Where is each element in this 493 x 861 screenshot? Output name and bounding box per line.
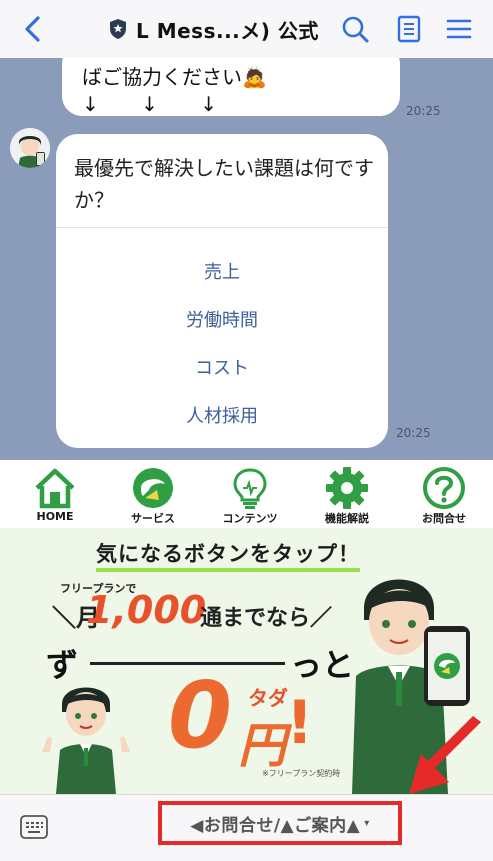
- banner-note: ※フリープラン契約時: [262, 769, 341, 778]
- banner-exclamation: !: [286, 688, 314, 758]
- banner-count: 1,000: [86, 588, 207, 632]
- previous-message-line1: ばご協力ください🙇: [82, 65, 267, 89]
- option-cost[interactable]: コスト: [56, 354, 388, 380]
- home-icon: [35, 468, 75, 509]
- character-left-illustration: [42, 687, 130, 794]
- menu-item-label: HOME: [36, 510, 74, 523]
- banner-yen: 円: [238, 718, 287, 774]
- avatar[interactable]: [10, 128, 50, 168]
- chat-title-text: L Mess...メ) 公式: [136, 18, 319, 43]
- rich-menu-toggle-label: ◀お問合せ/▲ご案内▲: [190, 815, 361, 836]
- question-icon: [423, 467, 465, 509]
- rich-menu-row: HOME サービス コンテンツ 機能解説 お問合せ: [0, 460, 493, 528]
- option-recruitment[interactable]: 人材採用: [56, 402, 388, 428]
- keyboard-icon[interactable]: [20, 815, 48, 839]
- menu-item-label: サービス: [131, 512, 175, 525]
- message-timestamp: 20:25: [396, 426, 431, 440]
- menu-item-label: コンテンツ: [222, 512, 278, 525]
- message-timestamp: 20:25: [406, 104, 441, 118]
- previous-message-bubble: ばご協力ください🙇 ↓ ↓ ↓: [62, 58, 400, 116]
- shield-badge-icon: [110, 19, 126, 39]
- avatar-character-icon: [10, 128, 50, 168]
- banner-zero: 0: [168, 662, 233, 769]
- card-divider: [56, 227, 388, 228]
- rich-menu-toggle-button[interactable]: ◀お問合せ/▲ご案内▲ ▾: [158, 801, 402, 845]
- header-bar: L Mess...メ) 公式: [0, 0, 493, 59]
- option-working-hours[interactable]: 労働時間: [56, 306, 388, 332]
- question-text: 最優先で解決したい課題は何ですか？: [74, 156, 374, 212]
- option-sales[interactable]: 売上: [56, 258, 388, 284]
- chevron-down-icon: ▾: [364, 817, 370, 829]
- menu-item-label: 機能解説: [325, 512, 369, 525]
- gear-icon: [326, 467, 368, 509]
- menu-item-home[interactable]: HOME: [6, 460, 104, 528]
- menu-hamburger-icon[interactable]: [444, 14, 474, 44]
- menu-item-service[interactable]: サービス: [104, 460, 202, 528]
- banner-headline: 気になるボタンをタップ！: [96, 538, 360, 572]
- previous-message-line2: ↓ ↓ ↓: [82, 92, 235, 116]
- chat-title: L Mess...メ) 公式: [108, 14, 319, 44]
- service-icon: [133, 468, 173, 508]
- menu-item-contact[interactable]: お問合せ: [395, 460, 493, 528]
- back-chevron-icon[interactable]: [18, 14, 48, 44]
- menu-item-contents[interactable]: コンテンツ: [201, 460, 299, 528]
- banner-count-suffix: 通までなら／: [200, 606, 333, 631]
- menu-item-features[interactable]: 機能解説: [298, 460, 396, 528]
- lightbulb-icon: [233, 468, 267, 509]
- red-arrow-icon: [409, 716, 481, 794]
- bottom-input-bar: ◀お問合せ/▲ご案内▲ ▾: [0, 794, 493, 861]
- question-card: 最優先で解決したい課題は何ですか？ 売上 労働時間 コスト 人材採用: [56, 134, 388, 448]
- notes-icon[interactable]: [394, 14, 424, 44]
- menu-item-label: お問合せ: [422, 512, 466, 525]
- search-icon[interactable]: [340, 14, 370, 44]
- chat-area[interactable]: ばご協力ください🙇 ↓ ↓ ↓ 20:25 最優先で解決したい課題は何ですか？ …: [0, 58, 493, 460]
